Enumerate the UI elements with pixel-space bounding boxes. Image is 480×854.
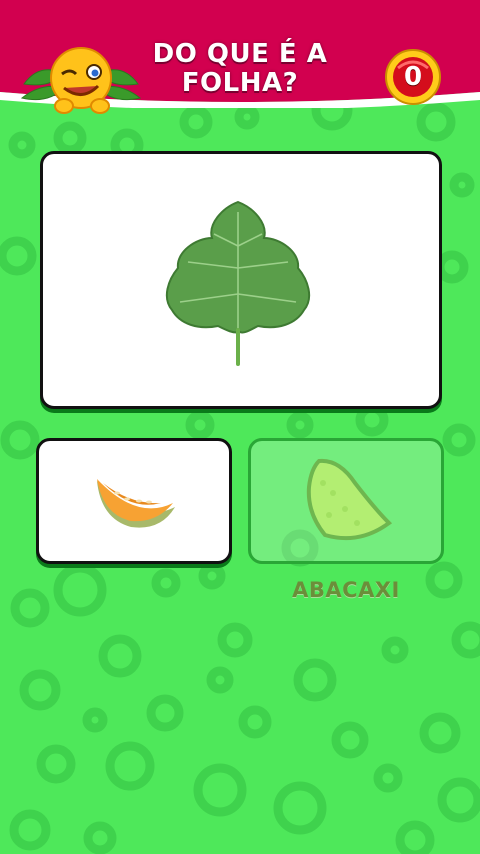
question-title: DO QUE É A FOLHA? <box>152 39 328 98</box>
option-card-melon[interactable] <box>36 438 232 564</box>
question-image-card <box>40 151 442 409</box>
option-card-pineapple[interactable] <box>248 438 444 564</box>
winking-emoji-icon <box>20 47 142 114</box>
leaf-icon <box>165 200 311 366</box>
background-pattern <box>0 89 480 854</box>
pineapple-slice-icon <box>306 458 393 541</box>
melon-slice-icon <box>97 479 175 528</box>
option-label-pineapple: ABACAXI <box>292 578 400 602</box>
score-counter-value: 0 <box>403 62 423 92</box>
